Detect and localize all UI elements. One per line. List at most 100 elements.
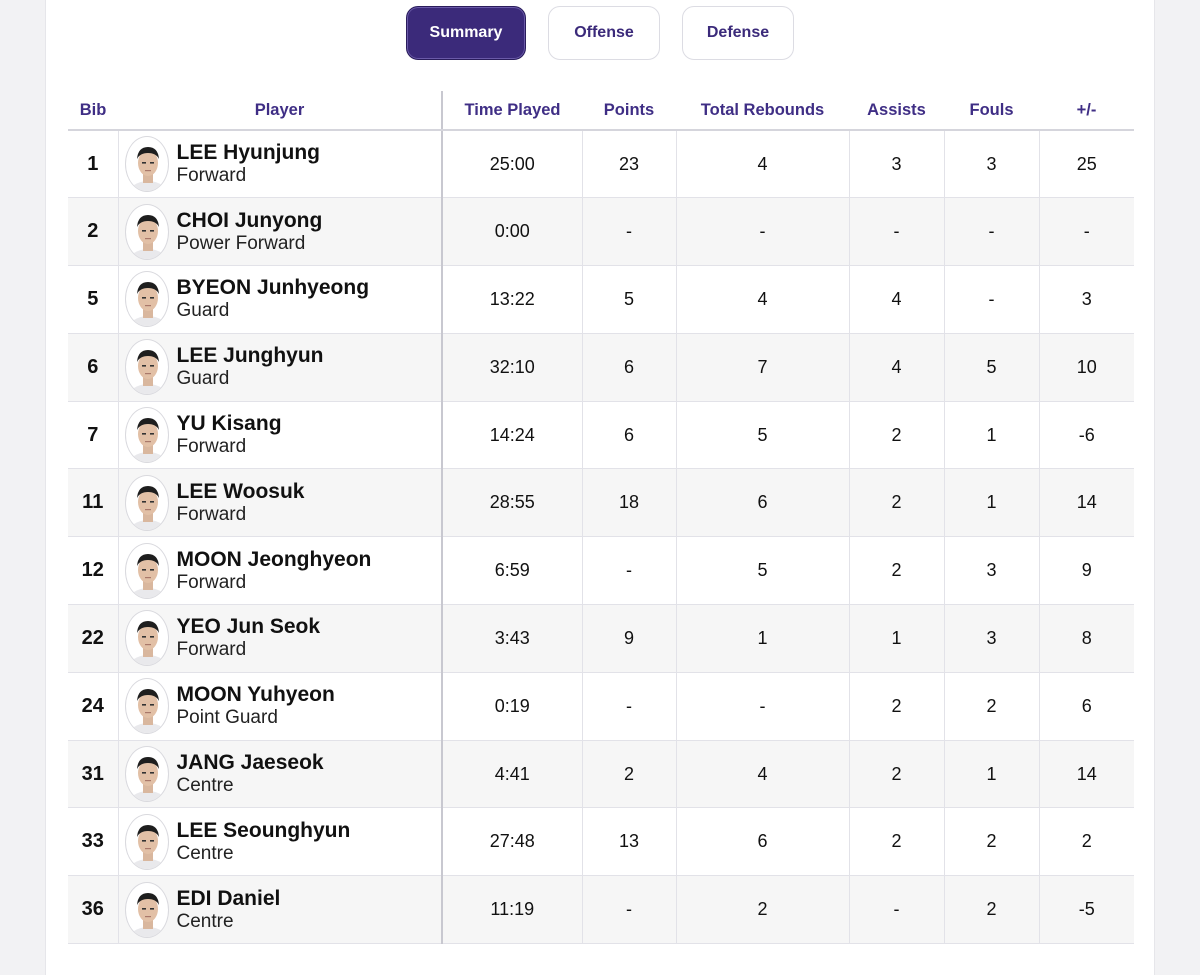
bib-number: 33 [68, 807, 118, 877]
header-plus-minus[interactable]: +/- [1039, 91, 1134, 131]
rebounds-cell: - [675, 197, 849, 267]
player-cell[interactable]: YEO Jun Seok Forward [117, 604, 443, 673]
tab-offense[interactable]: Offense [548, 6, 660, 60]
player-info[interactable]: JANG Jaeseok Centre [119, 746, 442, 803]
assists-cell: 2 [848, 401, 944, 470]
player-info[interactable]: YEO Jun Seok Forward [119, 610, 442, 667]
fouls-cell: 3 [943, 604, 1039, 673]
header-bib[interactable]: Bib [68, 91, 118, 131]
player-position: Forward [176, 165, 247, 187]
plus-minus-cell: 14 [1038, 740, 1134, 809]
plus-minus-cell: 9 [1038, 536, 1134, 606]
header-fouls[interactable]: Fouls [944, 91, 1039, 131]
player-info[interactable]: MOON Yuhyeon Point Guard [119, 678, 442, 735]
plus-minus-cell: - [1038, 197, 1134, 267]
tab-defense[interactable]: Defense [682, 6, 794, 60]
player-headshot-icon [124, 881, 169, 938]
header-assists[interactable]: Assists [849, 91, 944, 131]
player-cell[interactable]: BYEON Junhyeong Guard [117, 265, 443, 334]
points-cell: 6 [581, 333, 676, 402]
player-name[interactable]: LEE Junghyun [177, 344, 324, 368]
player-info[interactable]: LEE Woosuk Forward [119, 474, 442, 531]
player-cell[interactable]: JANG Jaeseok Centre [117, 740, 443, 809]
time-played-cell: 32:10 [441, 333, 582, 402]
points-cell: - [581, 536, 676, 606]
rebounds-cell: 4 [675, 265, 849, 334]
player-info[interactable]: LEE Junghyun Guard [119, 339, 442, 396]
assists-cell: 2 [848, 807, 944, 877]
points-cell: 2 [581, 740, 676, 809]
player-info[interactable]: LEE Seounghyun Centre [119, 813, 442, 870]
assists-cell: 2 [848, 672, 944, 741]
time-played-cell: 27:48 [441, 807, 582, 877]
player-cell[interactable]: MOON Yuhyeon Point Guard [117, 672, 443, 741]
assists-cell: 4 [848, 265, 944, 334]
player-headshot-icon [124, 136, 169, 193]
player-cell[interactable]: CHOI Junyong Power Forward [117, 197, 443, 267]
assists-cell: - [848, 197, 944, 267]
player-position: Forward [176, 571, 247, 593]
header-time-played[interactable]: Time Played [442, 91, 582, 131]
player-cell[interactable]: LEE Hyunjung Forward [117, 130, 443, 199]
player-cell[interactable]: LEE Seounghyun Centre [117, 807, 443, 877]
player-position: Centre [176, 910, 234, 932]
time-played-cell: 11:19 [441, 875, 582, 945]
player-info[interactable]: YU Kisang Forward [119, 407, 442, 464]
fouls-cell: 3 [943, 130, 1039, 199]
player-headshot-icon [124, 610, 169, 667]
table-row: 6 LEE Junghyun Guard 32:10 6 7 4 5 10 [68, 333, 1134, 402]
player-cell[interactable]: YU Kisang Forward [117, 401, 443, 470]
bib-number: 24 [68, 672, 118, 741]
player-headshot-icon [124, 339, 169, 396]
player-name[interactable]: BYEON Junhyeong [177, 276, 370, 300]
player-cell[interactable]: MOON Jeonghyeon Forward [117, 536, 443, 606]
time-played-cell: 14:24 [441, 401, 582, 470]
player-name[interactable]: MOON Yuhyeon [177, 683, 335, 707]
points-cell: 5 [581, 265, 676, 334]
assists-cell: 2 [848, 536, 944, 606]
time-played-cell: 13:22 [441, 265, 582, 334]
player-name[interactable]: LEE Woosuk [177, 480, 305, 504]
player-name[interactable]: LEE Hyunjung [177, 141, 321, 165]
player-position: Centre [176, 775, 234, 797]
assists-cell: - [848, 875, 944, 945]
player-headshot-icon [124, 746, 169, 803]
fouls-cell: 5 [943, 333, 1039, 402]
rebounds-cell: 4 [675, 740, 849, 809]
points-cell: 13 [581, 807, 676, 877]
header-total-rebounds[interactable]: Total Rebounds [676, 91, 849, 131]
fouls-cell: 1 [943, 740, 1039, 809]
assists-cell: 2 [848, 740, 944, 809]
player-name[interactable]: CHOI Junyong [177, 209, 323, 233]
player-info[interactable]: MOON Jeonghyeon Forward [119, 542, 442, 599]
player-headshot-icon [124, 474, 169, 531]
player-info[interactable]: BYEON Junhyeong Guard [119, 271, 442, 328]
player-info[interactable]: LEE Hyunjung Forward [119, 136, 442, 193]
tab-summary[interactable]: Summary [406, 6, 526, 60]
player-info[interactable]: EDI Daniel Centre [119, 881, 442, 938]
player-info[interactable]: CHOI Junyong Power Forward [119, 203, 442, 260]
table-row: 12 MOON Jeonghyeon Forward 6:59-5 2 3 9 [68, 536, 1134, 606]
header-points[interactable]: Points [582, 91, 676, 131]
points-cell: - [581, 672, 676, 741]
player-name[interactable]: YU Kisang [177, 412, 282, 436]
assists-cell: 3 [848, 130, 944, 199]
points-cell: - [581, 875, 676, 945]
player-name[interactable]: LEE Seounghyun [177, 819, 351, 843]
plus-minus-cell: 3 [1038, 265, 1134, 334]
player-cell[interactable]: LEE Junghyun Guard [117, 333, 443, 402]
bib-number: 2 [68, 197, 118, 267]
rebounds-cell: 7 [675, 333, 849, 402]
rebounds-cell: 5 [675, 401, 849, 470]
player-cell[interactable]: LEE Woosuk Forward [117, 468, 443, 538]
player-name[interactable]: YEO Jun Seok [177, 615, 321, 639]
plus-minus-cell: -6 [1038, 401, 1134, 470]
player-cell[interactable]: EDI Daniel Centre [117, 875, 443, 945]
player-name[interactable]: MOON Jeonghyeon [177, 548, 372, 572]
player-name[interactable]: EDI Daniel [177, 887, 281, 911]
header-player[interactable]: Player [118, 91, 443, 131]
points-cell: 6 [581, 401, 676, 470]
player-name[interactable]: JANG Jaeseok [177, 751, 324, 775]
player-position: Power Forward [176, 232, 306, 254]
player-headshot-icon [124, 542, 169, 599]
